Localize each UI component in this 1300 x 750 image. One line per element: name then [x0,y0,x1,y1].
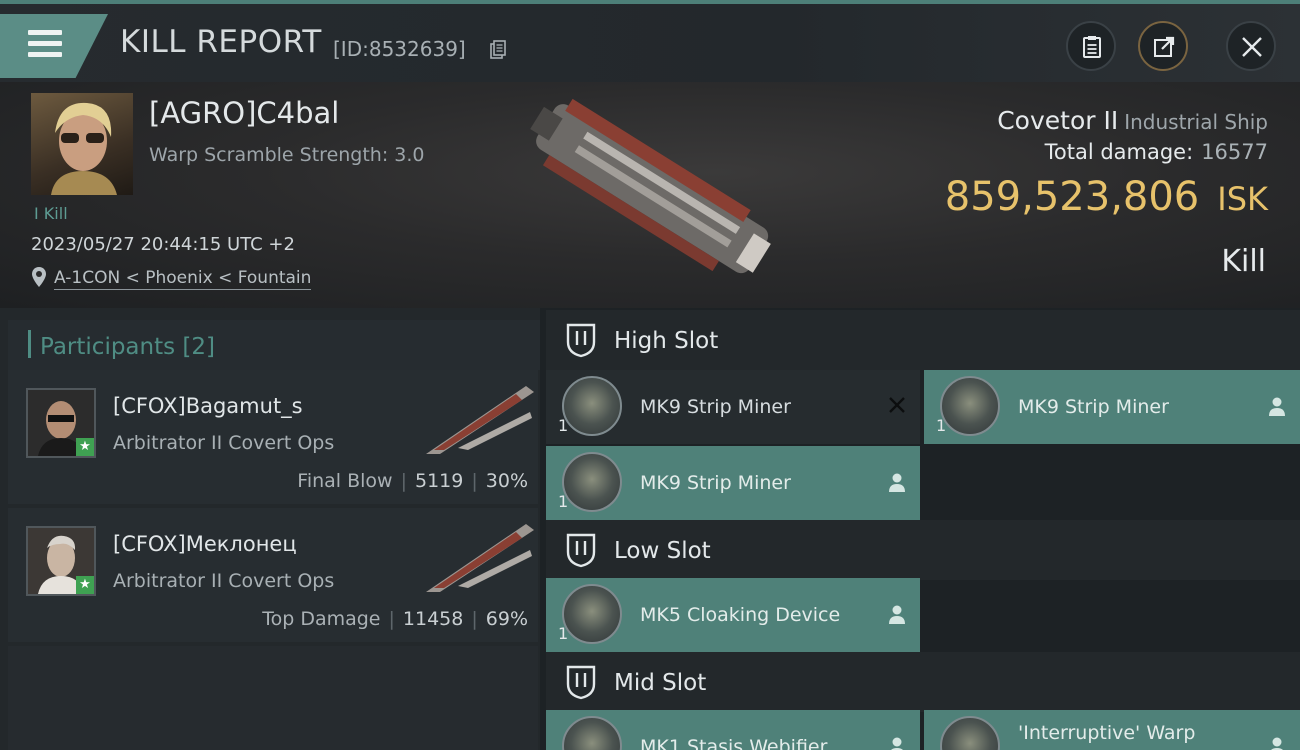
stasis-webifier-icon [562,716,622,750]
module-name: MK9 Strip Miner [640,396,791,418]
isk-value: 859,523,806 [944,174,1200,220]
kill-datetime: 2023/05/27 20:44:15 UTC +2 [31,234,295,255]
participant-damage: 5119 [415,470,464,492]
module-qty: 1 [558,492,569,511]
cloaking-device-icon [562,584,622,644]
location-link[interactable]: A-1CON < Phoenix < Fountain [54,268,312,290]
participant-stats: Top Damage | 11458 | 69% [262,608,528,630]
mid-slot-label: Mid Slot [614,670,707,696]
clipboard-button[interactable] [1066,21,1116,71]
participants-panel: Participants [2] ★ [CFOX]Bagamut_s Arbit… [0,308,540,750]
module-qty: 1 [558,416,569,435]
module-name: MK9 Strip Miner [640,472,791,494]
victim-portrait-image [51,102,117,195]
participant-avatar[interactable]: ★ [26,526,96,596]
dropped-person-icon [891,737,903,750]
destroyed-x-icon [889,397,905,413]
stat-divider: | [400,470,407,492]
high-slot-shield-icon [566,323,596,358]
participant-name: [CFOX]Меклонец [113,532,297,556]
total-damage: Total damage: 16577 [1045,140,1268,164]
share-button[interactable] [1138,21,1188,71]
mid-slot-header: Mid Slot [546,652,1300,712]
participants-title: Participants [2] [40,334,215,360]
page-title: KILL REPORT [120,24,322,60]
strip-miner-icon [562,376,622,436]
total-damage-label: Total damage: [1044,140,1194,164]
low-slot-label: Low Slot [614,538,711,564]
module-item[interactable]: MK1 Stasis Webifier [546,710,920,750]
fittings-panel: High Slot 1 MK9 Strip Miner 1 MK9 Strip … [540,308,1300,750]
menu-button[interactable] [0,14,108,78]
participants-header-accent [28,330,31,358]
module-qty: 1 [936,416,947,435]
low-slot-shield-icon [566,533,596,568]
module-item[interactable]: 1 MK5 Cloaking Device [546,578,920,652]
participant-ship: Arbitrator II Covert Ops [113,432,335,454]
copy-icon[interactable] [490,40,506,60]
dropped-person-icon [889,473,905,492]
kill-tag: I Kill [34,204,68,223]
header-bar: KILL REPORT [ID:8532639] [0,4,1300,82]
stat-divider: | [471,608,478,630]
participant-percent: 69% [485,608,528,630]
participant-name: [CFOX]Bagamut_s [113,394,303,418]
clipboard-icon [1083,36,1101,58]
dropped-person-icon [1271,737,1283,750]
victim-avatar[interactable] [31,93,133,195]
report-id: [ID:8532639] [333,37,466,61]
module-name: 'Interruptive' Warp [1018,722,1196,744]
high-slot-label: High Slot [614,328,719,354]
module-name: MK5 Cloaking Device [640,604,841,626]
participant-ship: Arbitrator II Covert Ops [113,570,335,592]
corp-star-icon: ★ [76,576,94,594]
location-pin-icon [32,267,46,287]
module-name: MK1 Stasis Webifier [640,736,828,750]
participant-card[interactable]: ★ [CFOX]Меклонец Arbitrator II Covert Op… [8,508,538,642]
hamburger-icon [28,30,62,58]
module-item[interactable]: 'Interruptive' Warp [924,710,1300,750]
result-label: Kill [1221,244,1266,279]
victim-ship-class: Industrial Ship [1124,110,1268,134]
participant-avatar[interactable]: ★ [26,388,96,458]
isk-loss: 859,523,806 ISK [945,174,1268,220]
warp-scramble-strength: Warp Scramble Strength: 3.0 [149,144,425,166]
high-slot-header: High Slot [546,310,1300,370]
isk-unit: ISK [1217,180,1268,218]
stat-divider: | [388,608,395,630]
module-item[interactable]: 1 MK9 Strip Miner [546,370,920,444]
participant-percent: 30% [485,470,528,492]
dropped-person-icon [1269,397,1285,416]
participants-empty-area [8,646,538,750]
participant-role: Top Damage [262,608,381,630]
module-item[interactable]: 1 MK9 Strip Miner [546,446,920,520]
victim-ship-image [530,98,771,274]
close-icon [1242,37,1262,57]
victim-banner: [AGRO]C4bal Warp Scramble Strength: 3.0 … [0,82,1300,308]
victim-ship: Covetor II Industrial Ship [997,106,1268,135]
victim-name: [AGRO]C4bal [149,96,340,130]
participant-card[interactable]: ★ [CFOX]Bagamut_s Arbitrator II Covert O… [8,370,538,504]
participant-damage: 11458 [402,608,464,630]
participant-role: Final Blow [297,470,393,492]
module-item[interactable]: 1 MK9 Strip Miner [924,370,1300,444]
victim-ship-name: Covetor II [997,106,1119,135]
corp-star-icon: ★ [76,438,94,456]
close-button[interactable] [1226,21,1276,71]
low-slot-header: Low Slot [546,520,1300,580]
stat-divider: | [471,470,478,492]
mid-slot-shield-icon [566,665,596,700]
share-icon [1154,36,1175,57]
participant-ship-image [426,524,534,592]
dropped-person-icon [889,605,905,624]
total-damage-value: 16577 [1201,140,1268,164]
strip-miner-icon [940,376,1000,436]
participant-ship-image [426,386,534,454]
module-name: MK9 Strip Miner [1018,396,1169,418]
participant-stats: Final Blow | 5119 | 30% [297,470,528,492]
participants-header: Participants [2] [8,320,540,370]
strip-miner-icon [562,452,622,512]
warp-disruptor-icon [940,716,1000,750]
module-qty: 1 [558,624,569,643]
